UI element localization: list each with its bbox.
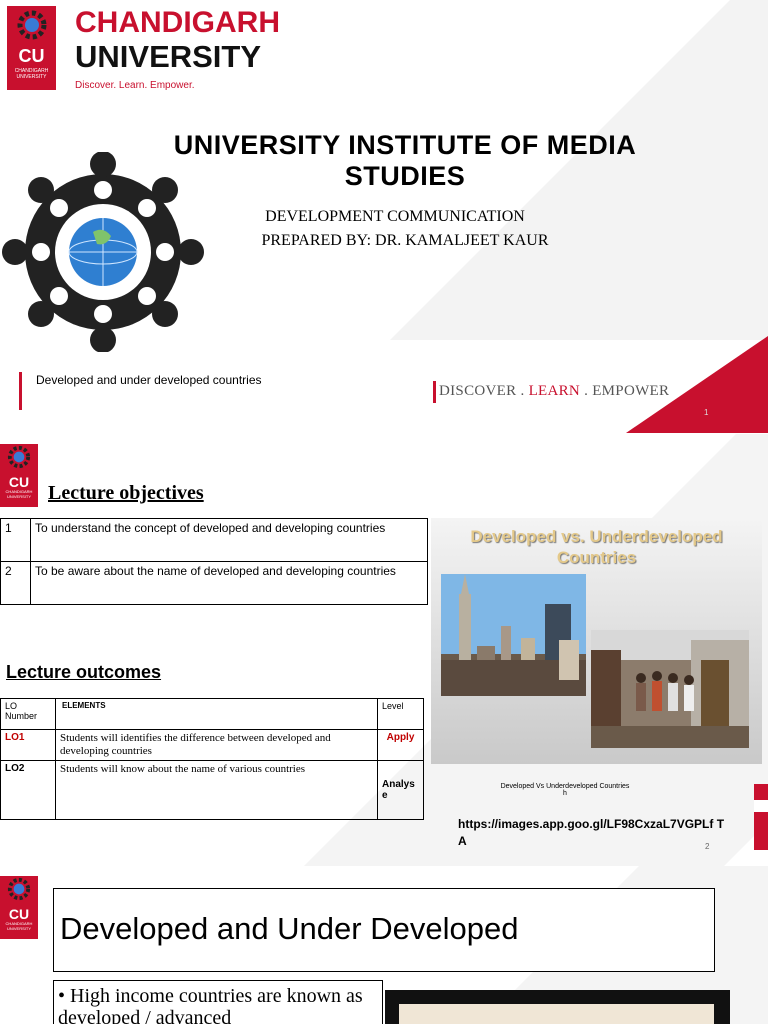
slide-2: CU CHANDIGARH UNIVERSITY Lecture objecti…	[0, 434, 768, 866]
image-source-link[interactable]: https://images.app.goo.gl/LF98CxzaL7VGPL…	[458, 816, 728, 850]
motto-learn: LEARN	[528, 383, 581, 399]
outcomes-table: LO Number ELEMENTS Level LO1 Students wi…	[0, 698, 424, 820]
logo-small-name: CHANDIGARH UNIVERSITY	[5, 489, 33, 499]
slide-title: Developed and Under Developed	[60, 911, 519, 946]
developed-vs-underdeveloped-image: Developed vs. Underdeveloped Countries	[431, 518, 762, 764]
brand-tagline: Discover. Learn. Empower.	[75, 80, 195, 91]
logo-abbr: CU	[18, 46, 45, 66]
title-box: Developed and Under Developed	[53, 888, 715, 972]
objectives-table: 1 To understand the concept of developed…	[0, 518, 428, 605]
objectives-heading: Lecture objectives	[48, 482, 204, 504]
brand-name-line1: CHANDIGARH	[75, 6, 280, 39]
objective-text: To be aware about the name of developed …	[30, 561, 428, 605]
page-number: 1	[704, 408, 709, 417]
image-caption-sub: h	[563, 790, 567, 797]
logo-small-name: CHANDIGARH UNIVERSITY	[5, 921, 33, 931]
accent-bar	[19, 372, 22, 410]
outcome-lo: LO2	[0, 760, 56, 820]
table-row: 2 To be aware about the name of develope…	[0, 561, 428, 605]
outcome-lo: LO1	[0, 729, 56, 761]
header-lo-number: LO Number	[0, 698, 56, 730]
outcome-text: Students will identifies the difference …	[55, 729, 378, 761]
image-title: Developed vs. Underdeveloped Countries	[470, 527, 723, 567]
university-logo: CU CHANDIGARH UNIVERSITY	[7, 6, 56, 90]
course-name: DEVELOPMENT COMMUNICATION	[265, 208, 525, 225]
slide-1: CU CHANDIGARH UNIVERSITY CHANDIGARH UNIV…	[0, 0, 768, 433]
bullet-text: • High income countries are known as dev…	[58, 985, 363, 1024]
objective-number: 2	[0, 561, 31, 605]
table-row: 1 To understand the concept of developed…	[0, 518, 428, 562]
motto-discover: DISCOVER .	[439, 383, 529, 399]
table-row: LO Number ELEMENTS Level	[0, 698, 424, 730]
accent-bar	[433, 381, 436, 403]
bullet-box: • High income countries are known as dev…	[53, 980, 383, 1024]
logo-abbr: CU	[8, 474, 30, 490]
university-logo: CU CHANDIGARH UNIVERSITY	[0, 876, 38, 939]
objective-text: To understand the concept of developed a…	[30, 518, 428, 562]
outcome-text: Students will know about the name of var…	[55, 760, 378, 820]
slide-image	[385, 990, 730, 1024]
image-caption: Developed Vs Underdeveloped Countries h	[500, 783, 630, 797]
table-row: LO1 Students will identifies the differe…	[0, 729, 424, 761]
outcome-level: Apply	[377, 729, 424, 761]
slum-image	[591, 630, 749, 748]
logo-abbr: CU	[8, 906, 30, 922]
gear-globe-icon	[7, 877, 31, 901]
outcomes-heading: Lecture outcomes	[6, 662, 162, 682]
table-row: LO2 Students will know about the name of…	[0, 760, 424, 820]
image-caption-text: Developed Vs Underdeveloped Countries	[500, 783, 630, 790]
city-skyline-image	[441, 574, 586, 696]
slide-3: CU CHANDIGARH UNIVERSITY Developed and U…	[0, 866, 768, 1024]
institute-title: UNIVERSITY INSTITUTE OF MEDIA STUDIES	[173, 130, 637, 191]
brand-name-line2: UNIVERSITY	[75, 39, 262, 74]
gear-globe-icon	[7, 445, 31, 469]
red-triangle	[626, 336, 768, 433]
university-logo-edge	[754, 784, 768, 850]
university-logo: CU CHANDIGARH UNIVERSITY	[0, 444, 38, 507]
header-elements: ELEMENTS	[55, 698, 378, 730]
header-level: Level	[377, 698, 424, 730]
prepared-by: PREPARED BY: DR. KAMALJEET KAUR	[261, 232, 549, 249]
topic-title: Developed and under developed countries	[36, 373, 262, 387]
logo-small-name: CHANDIGARH UNIVERSITY	[14, 68, 49, 80]
objective-number: 1	[0, 518, 31, 562]
outcome-level: Analys e	[377, 760, 424, 820]
page-number: 2	[705, 842, 710, 851]
gear-globe-icon	[17, 10, 46, 40]
